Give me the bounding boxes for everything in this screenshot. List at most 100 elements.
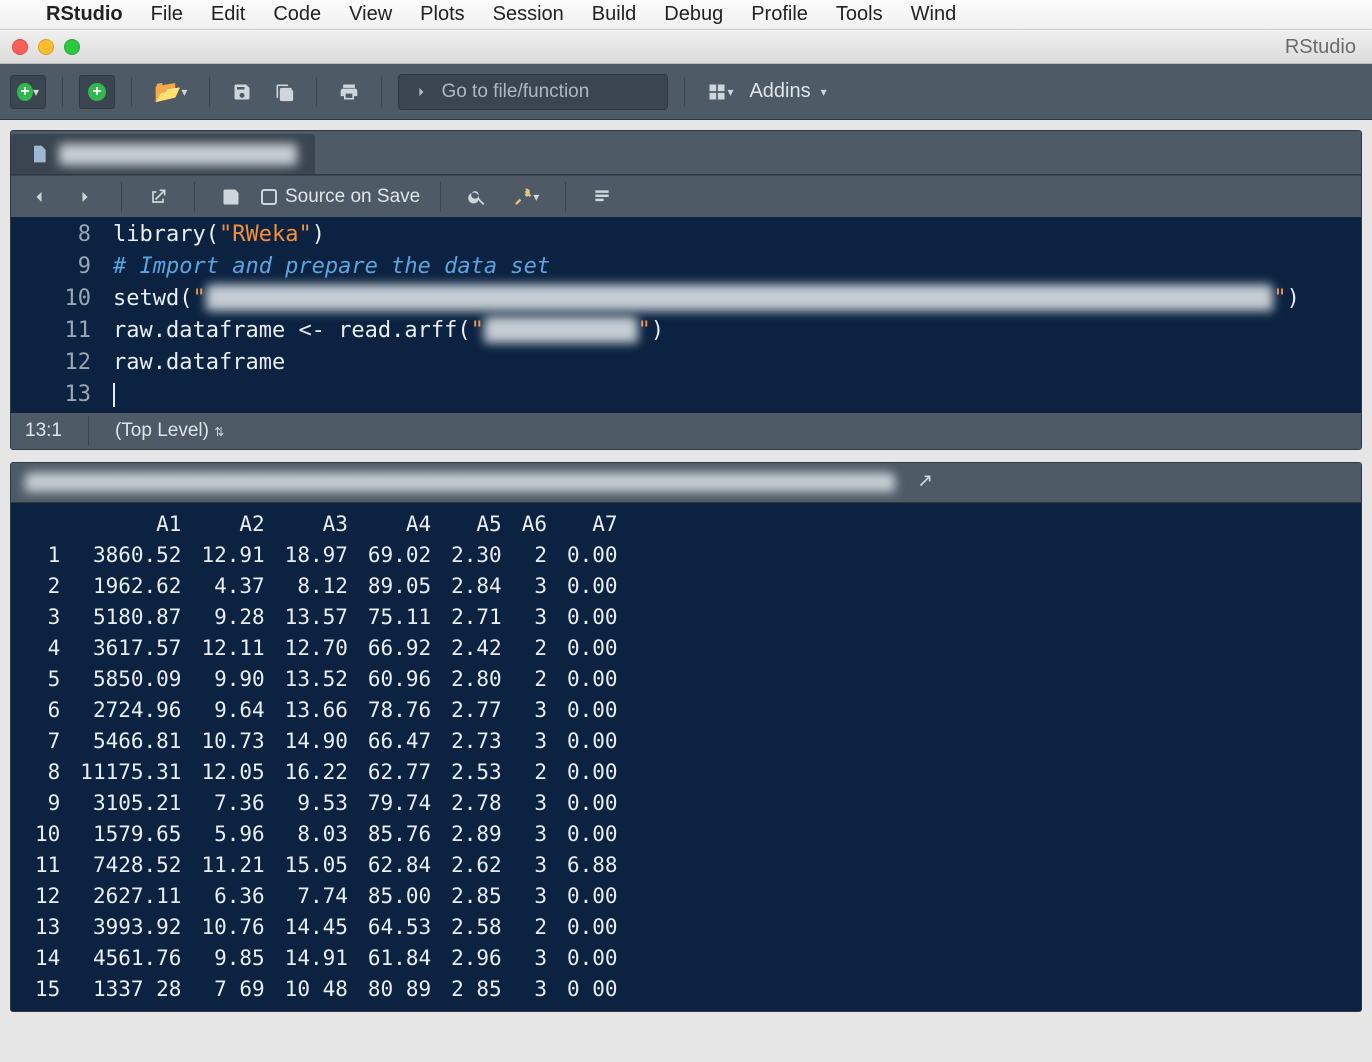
cell: 9.64 [191,695,274,726]
print-button[interactable] [333,75,365,109]
cell: 7428.52 [70,850,191,881]
cell: 14.90 [275,726,358,757]
table-row: 21962.624.378.1289.052.8430.00 [25,571,628,602]
cell: 0.00 [557,602,628,633]
menu-file[interactable]: File [151,3,183,26]
cell: 3 [512,726,557,757]
cursor-position: 13:1 [25,420,62,442]
cell: 0.00 [557,540,628,571]
menu-session[interactable]: Session [493,3,564,26]
cell: 4.37 [191,571,274,602]
cell: 0.00 [557,788,628,819]
menu-debug[interactable]: Debug [664,3,723,26]
menu-appname[interactable]: RStudio [46,3,123,26]
new-project-button[interactable]: + [79,75,115,109]
zoom-window-button[interactable] [64,39,80,55]
source-on-save-toggle[interactable]: Source on Save [261,186,420,208]
source-pane: ██████████████████ Source on Save [10,130,1362,450]
cell: 10.73 [191,726,274,757]
console-popout-button[interactable] [907,466,939,500]
console-working-dir: ████████████████████████████████████████… [25,474,895,492]
close-window-button[interactable] [12,39,28,55]
editor-tab[interactable]: ██████████████████ [11,134,315,174]
cell: 3 [512,571,557,602]
cell: 4561.76 [70,943,191,974]
cell: 0.00 [557,757,628,788]
cell: 8.03 [275,819,358,850]
column-header: A1 [70,509,191,540]
console-output[interactable]: A1A2A3A4A5A6A713860.5212.9118.9769.022.3… [11,503,1361,1011]
scope-selector[interactable]: (Top Level) ⇅ [115,420,224,442]
cell: 3 [512,819,557,850]
column-header: A4 [358,509,441,540]
table-row: 101579.655.968.0385.762.8930.00 [25,819,628,850]
nav-back-button[interactable] [23,180,55,214]
code-editor[interactable]: 8910111213 library("RWeka")# Import and … [11,217,1361,413]
row-index: 12 [25,881,70,912]
row-index: 5 [25,664,70,695]
cell: 3 [512,695,557,726]
cell: 3 [512,881,557,912]
code-line[interactable]: library("RWeka") [113,219,1353,251]
cell: 14.91 [275,943,358,974]
cell: 5466.81 [70,726,191,757]
code-line[interactable]: setwd("█████████████████████████████████… [113,283,1353,315]
cell: 75.11 [358,602,441,633]
save-all-button[interactable] [268,75,300,109]
cell: 2627.11 [70,881,191,912]
line-number: 10 [11,283,91,315]
row-index: 4 [25,633,70,664]
table-row: 55850.099.9013.5260.962.8020.00 [25,664,628,695]
row-index: 9 [25,788,70,819]
cell: 0 00 [557,974,628,1005]
find-replace-button[interactable] [461,180,493,214]
code-tools-button[interactable]: ▾ [507,180,545,214]
cell: 12.70 [275,633,358,664]
cell: 3 [512,974,557,1005]
menu-tools[interactable]: Tools [836,3,883,26]
cell: 9.90 [191,664,274,695]
cell: 0.00 [557,571,628,602]
code-line[interactable] [113,379,1353,411]
cell: 14.45 [275,912,358,943]
table-row: 35180.879.2813.5775.112.7130.00 [25,602,628,633]
menu-plots[interactable]: Plots [420,3,464,26]
row-index: 10 [25,819,70,850]
menu-edit[interactable]: Edit [211,3,245,26]
cell: 0.00 [557,664,628,695]
goto-placeholder: Go to file/function [441,81,589,103]
cell: 2.78 [441,788,512,819]
minimize-window-button[interactable] [38,39,54,55]
save-file-button[interactable] [215,180,247,214]
code-line[interactable]: # Import and prepare the data set [113,251,1353,283]
cell: 2.71 [441,602,512,633]
cell: 2.30 [441,540,512,571]
code-line[interactable]: raw.dataframe [113,347,1353,379]
show-in-new-window-button[interactable] [142,180,174,214]
table-row: 151337 287 6910 4880 892 8530 00 [25,974,628,1005]
cell: 66.47 [358,726,441,757]
menu-profile[interactable]: Profile [751,3,808,26]
table-row: 117428.5211.2115.0562.842.6236.88 [25,850,628,881]
line-number: 13 [11,379,91,411]
cell: 0.00 [557,819,628,850]
menu-window[interactable]: Wind [911,3,957,26]
cell: 2.80 [441,664,512,695]
cell: 69.02 [358,540,441,571]
menu-view[interactable]: View [349,3,392,26]
menu-code[interactable]: Code [273,3,321,26]
cell: 11.21 [191,850,274,881]
code-line[interactable]: raw.dataframe <- read.arff("███████████"… [113,315,1353,347]
workspace-panes-button[interactable]: ▾ [701,75,739,109]
goto-file-function[interactable]: Go to file/function [398,74,668,110]
addins-menu[interactable]: Addins▾ [749,80,826,103]
cell: 80 89 [358,974,441,1005]
menu-build[interactable]: Build [592,3,636,26]
new-file-button[interactable]: +▾ [10,75,46,109]
cell: 13.52 [275,664,358,695]
compile-report-button[interactable] [586,180,618,214]
save-button[interactable] [226,75,258,109]
nav-forward-button[interactable] [69,180,101,214]
open-file-button[interactable]: 📂▾ [148,75,193,109]
cell: 2.85 [441,881,512,912]
